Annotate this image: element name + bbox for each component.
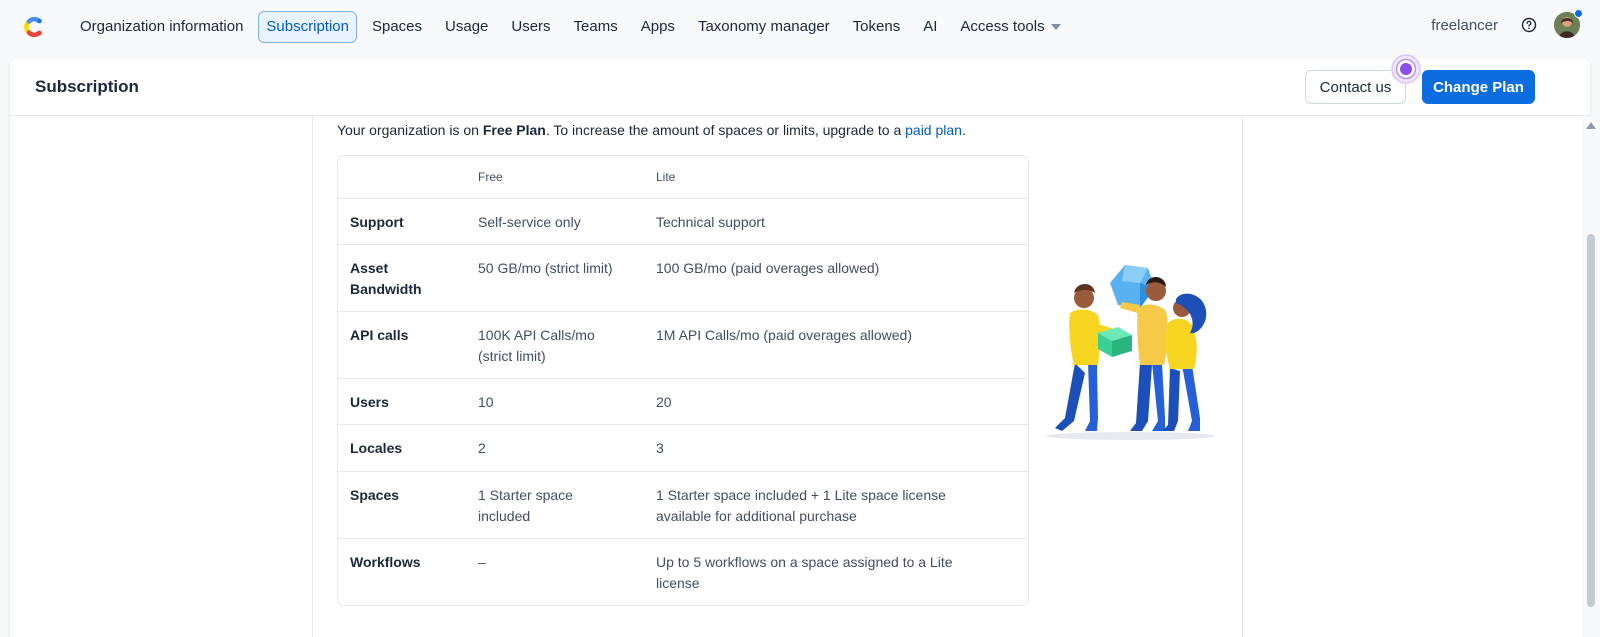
feature-label: Users bbox=[350, 394, 389, 410]
lite-value: 1M API Calls/mo (paid overages allowed) bbox=[656, 327, 913, 343]
nav-item-users[interactable]: Users bbox=[503, 11, 558, 43]
feature-label: Spaces bbox=[350, 487, 400, 503]
table-row: Workflows – Up to 5 workflows on a space… bbox=[338, 539, 1028, 605]
lite-value: Technical support bbox=[656, 214, 765, 230]
free-value: 1 Starter space included bbox=[478, 487, 573, 524]
table-row: Locales 2 3 bbox=[338, 425, 1028, 472]
change-plan-button[interactable]: Change Plan bbox=[1422, 70, 1535, 104]
nav-item-access-tools[interactable]: Access tools bbox=[952, 11, 1068, 43]
nav-menu: Organization information Subscription Sp… bbox=[72, 11, 1076, 43]
contentful-logo[interactable] bbox=[20, 14, 46, 40]
paid-plan-link[interactable]: paid plan bbox=[905, 122, 962, 138]
intro-middle: . To increase the amount of spaces or li… bbox=[545, 122, 906, 138]
lite-value: 100 GB/mo (paid overages allowed) bbox=[656, 260, 880, 276]
free-value: 2 bbox=[478, 440, 486, 456]
team-illustration bbox=[1045, 265, 1215, 440]
username-label[interactable]: freelancer bbox=[1431, 17, 1498, 34]
feature-label: Asset Bandwidth bbox=[350, 260, 422, 297]
current-plan-name: Free Plan bbox=[482, 122, 546, 138]
plan-intro-text: Your organization is on Free Plan. To in… bbox=[337, 122, 966, 138]
feature-label: API calls bbox=[350, 327, 409, 343]
table-row: Spaces 1 Starter space included 1 Starte… bbox=[338, 472, 1028, 539]
table-row: API calls 100K API Calls/mo (strict limi… bbox=[338, 312, 1028, 379]
table-row: Asset Bandwidth 50 GB/mo (strict limit) … bbox=[338, 245, 1028, 312]
intro-suffix: . bbox=[961, 122, 966, 138]
nav-item-subscription[interactable]: Subscription bbox=[258, 11, 357, 43]
card-header: Subscription Contact us Change Plan bbox=[10, 54, 1590, 116]
notification-dot bbox=[1574, 9, 1583, 18]
nav-item-teams[interactable]: Teams bbox=[566, 11, 626, 43]
plan-comparison-table: Free Lite Support Self-service only Tech… bbox=[337, 155, 1029, 606]
nav-item-spaces[interactable]: Spaces bbox=[364, 11, 430, 43]
free-value: 10 bbox=[478, 394, 494, 410]
nav-item-apps[interactable]: Apps bbox=[633, 11, 683, 43]
access-tools-label: Access tools bbox=[960, 18, 1045, 35]
column-header-free: Free bbox=[478, 170, 503, 184]
chevron-down-icon bbox=[1050, 24, 1061, 31]
free-value: – bbox=[478, 554, 486, 570]
top-navigation: Organization information Subscription Sp… bbox=[0, 0, 1600, 54]
nav-item-usage[interactable]: Usage bbox=[437, 11, 496, 43]
lite-value: 1 Starter space included + 1 Lite space … bbox=[656, 487, 946, 524]
nav-item-ai[interactable]: AI bbox=[915, 11, 945, 43]
onboarding-beacon-icon[interactable] bbox=[1390, 53, 1422, 85]
page-title: Subscription bbox=[35, 77, 139, 96]
nav-item-tokens[interactable]: Tokens bbox=[845, 11, 909, 43]
column-header-lite: Lite bbox=[656, 170, 676, 184]
avatar[interactable] bbox=[1554, 9, 1583, 38]
table-header-row: Free Lite bbox=[338, 156, 1028, 199]
question-circle-icon[interactable] bbox=[1520, 16, 1538, 34]
table-row: Users 10 20 bbox=[338, 379, 1028, 425]
intro-prefix: Your organization is on bbox=[337, 122, 483, 138]
lite-value: 3 bbox=[656, 440, 664, 456]
feature-label: Workflows bbox=[350, 554, 421, 570]
free-value: Self-service only bbox=[478, 214, 581, 230]
table-row: Support Self-service only Technical supp… bbox=[338, 199, 1028, 245]
lite-value: Up to 5 workflows on a space assigned to… bbox=[656, 554, 953, 591]
feature-label: Support bbox=[350, 214, 404, 230]
lite-value: 20 bbox=[656, 394, 672, 410]
scroll-up-arrow-icon[interactable] bbox=[1586, 122, 1596, 129]
account-area: freelancer bbox=[1431, 9, 1583, 38]
free-value: 100K API Calls/mo (strict limit) bbox=[478, 327, 595, 364]
subscription-card: Subscription Contact us Change Plan Your… bbox=[10, 54, 1590, 637]
nav-item-organization-information[interactable]: Organization information bbox=[72, 11, 251, 43]
scrollbar-thumb[interactable] bbox=[1587, 234, 1595, 607]
nav-item-taxonomy-manager[interactable]: Taxonomy manager bbox=[690, 11, 838, 43]
feature-label: Locales bbox=[350, 440, 403, 456]
free-value: 50 GB/mo (strict limit) bbox=[478, 260, 613, 276]
vertical-scrollbar[interactable] bbox=[1582, 116, 1600, 637]
